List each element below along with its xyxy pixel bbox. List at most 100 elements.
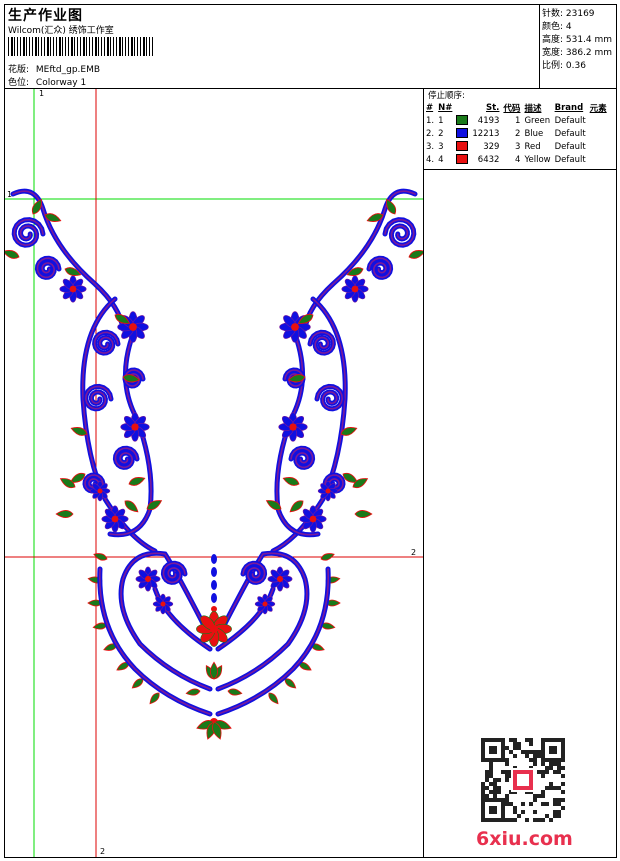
leaf-motif	[128, 477, 146, 486]
qr-module	[493, 790, 497, 794]
qr-module	[513, 754, 517, 758]
row-element	[590, 140, 611, 153]
qr-module	[481, 790, 485, 794]
qr-module	[545, 766, 549, 770]
center-drop	[211, 567, 217, 577]
embroidery-preview	[2, 89, 426, 857]
qr-module	[533, 754, 537, 758]
qr-module	[493, 786, 497, 790]
qr-module	[537, 818, 541, 822]
qr-module	[557, 810, 561, 814]
leaf-motif	[55, 510, 74, 518]
qr-module	[505, 778, 509, 782]
flower-center	[291, 323, 299, 331]
qr-module	[541, 762, 545, 766]
row-desc: Yellow	[524, 154, 551, 165]
qr-module	[513, 738, 517, 742]
row-desc: Green	[524, 115, 551, 126]
qr-module	[525, 750, 529, 754]
sequence-divider	[424, 169, 617, 170]
qr-module	[545, 814, 549, 818]
qr-module	[501, 770, 505, 774]
qr-finder-core	[549, 746, 557, 754]
qr-module	[533, 750, 537, 754]
center-drop	[211, 554, 217, 564]
marker-h2: 2	[411, 548, 417, 557]
qr-module	[557, 814, 561, 818]
flower-center	[129, 323, 137, 331]
leaf-motif	[268, 692, 279, 705]
qr-module	[525, 818, 529, 822]
qr-module	[485, 786, 489, 790]
qr-module	[525, 754, 529, 758]
flower-center	[276, 575, 284, 583]
qr-module	[557, 770, 561, 774]
qr-module	[521, 810, 525, 814]
row-brand: Default	[554, 115, 586, 126]
qr-module	[485, 794, 489, 798]
row-index: 1.	[426, 115, 435, 126]
qr-module	[541, 802, 545, 806]
qr-module	[505, 794, 509, 798]
flower-center	[262, 601, 268, 607]
qr-module	[549, 786, 553, 790]
qr-module	[505, 758, 509, 762]
colorway-row: 色位: Colorway 1	[8, 75, 86, 88]
qr-module	[517, 742, 521, 746]
qr-module	[493, 794, 497, 798]
qr-module	[557, 766, 561, 770]
qr-module	[497, 786, 501, 790]
center-drop	[211, 593, 217, 603]
center-drop	[211, 580, 217, 590]
row-brand: Default	[554, 154, 586, 165]
qr-module	[553, 802, 557, 806]
flower-center	[351, 285, 359, 293]
color-swatch	[456, 115, 469, 126]
qr-module	[525, 738, 529, 742]
qr-module	[481, 782, 485, 786]
qr-module	[529, 742, 533, 746]
row-desc: Red	[524, 141, 541, 152]
qr-module	[513, 806, 517, 810]
qr-module	[505, 798, 509, 802]
flower-center	[111, 515, 119, 523]
qr-module	[561, 806, 565, 810]
qr-module	[557, 762, 561, 766]
row-code: 2	[515, 128, 521, 139]
flower-center	[325, 488, 331, 494]
qr-module	[489, 762, 493, 766]
qr-module	[557, 798, 561, 802]
qr-module	[561, 766, 565, 770]
leaf-motif	[289, 500, 304, 513]
qr-module	[537, 750, 541, 754]
sequence-header-row: # N# St. 代码 描述 Brand 元素	[426, 101, 611, 114]
qr-module	[537, 754, 541, 758]
col-code: 代码	[503, 103, 521, 114]
qr-module	[485, 774, 489, 778]
center-dot	[211, 606, 217, 612]
leaf-motif	[149, 692, 160, 705]
qr-module	[553, 798, 557, 802]
row-n: 2	[438, 128, 444, 139]
qr-code	[481, 738, 565, 822]
qr-module	[489, 774, 493, 778]
qr-module	[541, 774, 545, 778]
row-code: 3	[515, 141, 521, 152]
row-stitches: 329	[483, 141, 500, 152]
leaf-motif	[2, 250, 20, 259]
sequence-row: 2. 2 12213 2 Blue Default	[426, 127, 611, 140]
marker-v1: 1	[39, 89, 45, 98]
qr-module	[509, 818, 513, 822]
qr-module	[549, 818, 553, 822]
qr-module	[493, 782, 497, 786]
design-row: 花版: MEftd_gp.EMB	[8, 62, 100, 75]
qr-module	[529, 802, 533, 806]
qr-module	[537, 794, 541, 798]
col-brand: Brand	[554, 102, 584, 113]
qr-finder-core	[489, 746, 497, 754]
qr-module	[509, 750, 513, 754]
qr-module	[533, 810, 537, 814]
leaf-motif	[185, 688, 201, 696]
sequence-table: # N# St. 代码 描述 Brand 元素 1. 1 4193 1 Green Def…	[426, 101, 611, 166]
col-desc: 描述	[524, 103, 542, 114]
